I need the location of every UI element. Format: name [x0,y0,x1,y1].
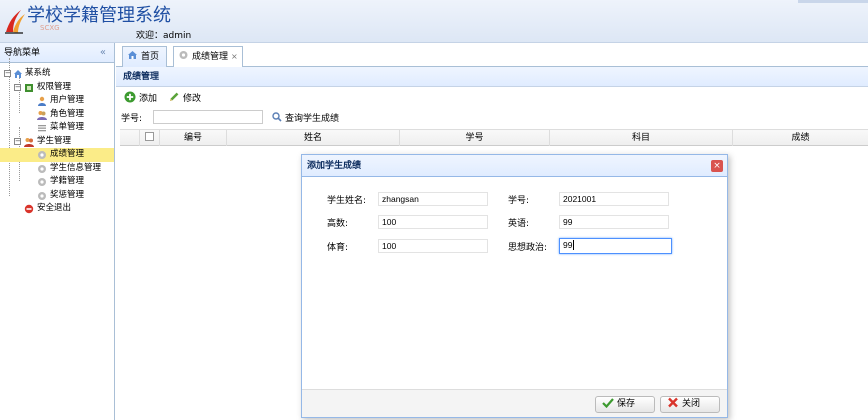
checkmark-icon [602,398,614,408]
col-subject[interactable]: 科目 [550,130,733,146]
header-strip [798,0,868,3]
user-icon [38,96,46,106]
dialog-header: 添加学生成绩 × [302,155,727,177]
sidebar: 导航菜单 « − 某系统 − 权限管理 用户管理 角色管理 菜单管理 − 学生管… [0,43,115,420]
gear-icon [38,164,46,173]
student-id-label: 学号: [508,196,530,206]
save-button[interactable]: 保存 [595,396,655,413]
tab-home[interactable]: 首页 [122,46,167,67]
student-name-field[interactable]: zhangsan [378,192,488,206]
search-icon [272,112,282,122]
home-icon [14,70,22,78]
search-label: 学号: [121,114,143,124]
english-label: 英语: [508,219,530,229]
students-icon [24,137,34,147]
politics-label: 思想政治: [508,243,548,253]
search-grades-button[interactable]: 查询学生成绩 [272,111,339,124]
tree-group-students[interactable]: − 学生管理 [0,135,114,149]
sidebar-item-rewards[interactable]: 奖惩管理 [0,189,114,203]
col-id[interactable]: 编号 [160,130,227,146]
role-icon [37,110,47,120]
edit-button[interactable]: 修改 [168,91,201,106]
app-subtitle: SCXG [40,24,60,32]
panel-title: 成绩管理 [116,67,868,87]
col-name[interactable]: 姓名 [227,130,400,146]
close-icon[interactable]: × [711,160,723,172]
select-all-checkbox[interactable] [140,130,160,146]
grid-header: 编号 姓名 学号 科目 成绩 [120,129,868,146]
tab-bar: 首页 成绩管理 × [116,43,868,68]
sidebar-header: 导航菜单 « [0,43,114,63]
english-score-field[interactable]: 99 [559,215,669,229]
sidebar-item-student-info[interactable]: 学生信息管理 [0,162,114,176]
logo-icon [5,10,25,34]
gear-icon [38,151,46,159]
search-bar: 学号: 查询学生成绩 [116,109,868,127]
student-id-field[interactable]: 2021001 [559,192,669,206]
sidebar-item-logout[interactable]: 安全退出 [0,202,114,216]
gear-icon [179,51,188,59]
add-button[interactable]: 添加 [124,91,157,106]
x-icon [668,397,678,408]
sidebar-title: 导航菜单 [4,48,41,58]
tab-grades[interactable]: 成绩管理 × [173,46,243,68]
text-caret [573,240,575,250]
col-score[interactable]: 成绩 [733,130,868,146]
dialog-body: 学生姓名: zhangsan 学号: 2021001 高数: 100 英语: 9… [302,177,727,389]
sidebar-item-roles[interactable]: 角色管理 [0,108,114,122]
col-student-id[interactable]: 学号 [400,130,550,146]
pencil-icon [170,92,179,101]
tree-group-permissions[interactable]: − 权限管理 [0,81,114,95]
politics-score-field[interactable]: 99 [559,238,672,254]
add-grade-dialog: 添加学生成绩 × 学生姓名: zhangsan 学号: 2021001 高数: … [301,154,728,418]
folder-icon [25,83,33,92]
sidebar-item-enrollment[interactable]: 学籍管理 [0,175,114,189]
username: admin [163,31,192,41]
sidebar-item-menus[interactable]: 菜单管理 [0,121,114,135]
collapse-icon[interactable]: « [100,43,106,63]
tree-root[interactable]: − 某系统 [0,67,114,81]
nav-tree: − 某系统 − 权限管理 用户管理 角色管理 菜单管理 − 学生管理 成绩管理 … [0,58,114,216]
tab-close-icon[interactable]: × [231,47,238,67]
menu-icon [38,125,46,132]
welcome-text: 欢迎：admin [136,31,192,41]
pe-score-field[interactable]: 100 [378,239,488,253]
student-id-search-input[interactable] [153,110,263,124]
dialog-footer: 保存 关闭 [302,389,727,417]
home-icon [128,51,137,59]
gear-icon [38,191,46,200]
sidebar-item-grades[interactable]: 成绩管理 [0,148,114,162]
sidebar-item-users[interactable]: 用户管理 [0,94,114,108]
dialog-title: 添加学生成绩 [307,161,362,171]
pe-label: 体育: [327,243,349,253]
math-label: 高数: [327,219,349,229]
logout-icon [24,204,34,214]
app-header: 学校学籍管理系统 SCXG 欢迎：admin [0,0,868,43]
gear-icon [38,178,46,186]
grid-rownum-col [120,130,140,146]
add-icon [124,91,136,103]
math-score-field[interactable]: 100 [378,215,488,229]
name-label: 学生姓名: [327,196,367,206]
close-button[interactable]: 关闭 [660,396,720,413]
